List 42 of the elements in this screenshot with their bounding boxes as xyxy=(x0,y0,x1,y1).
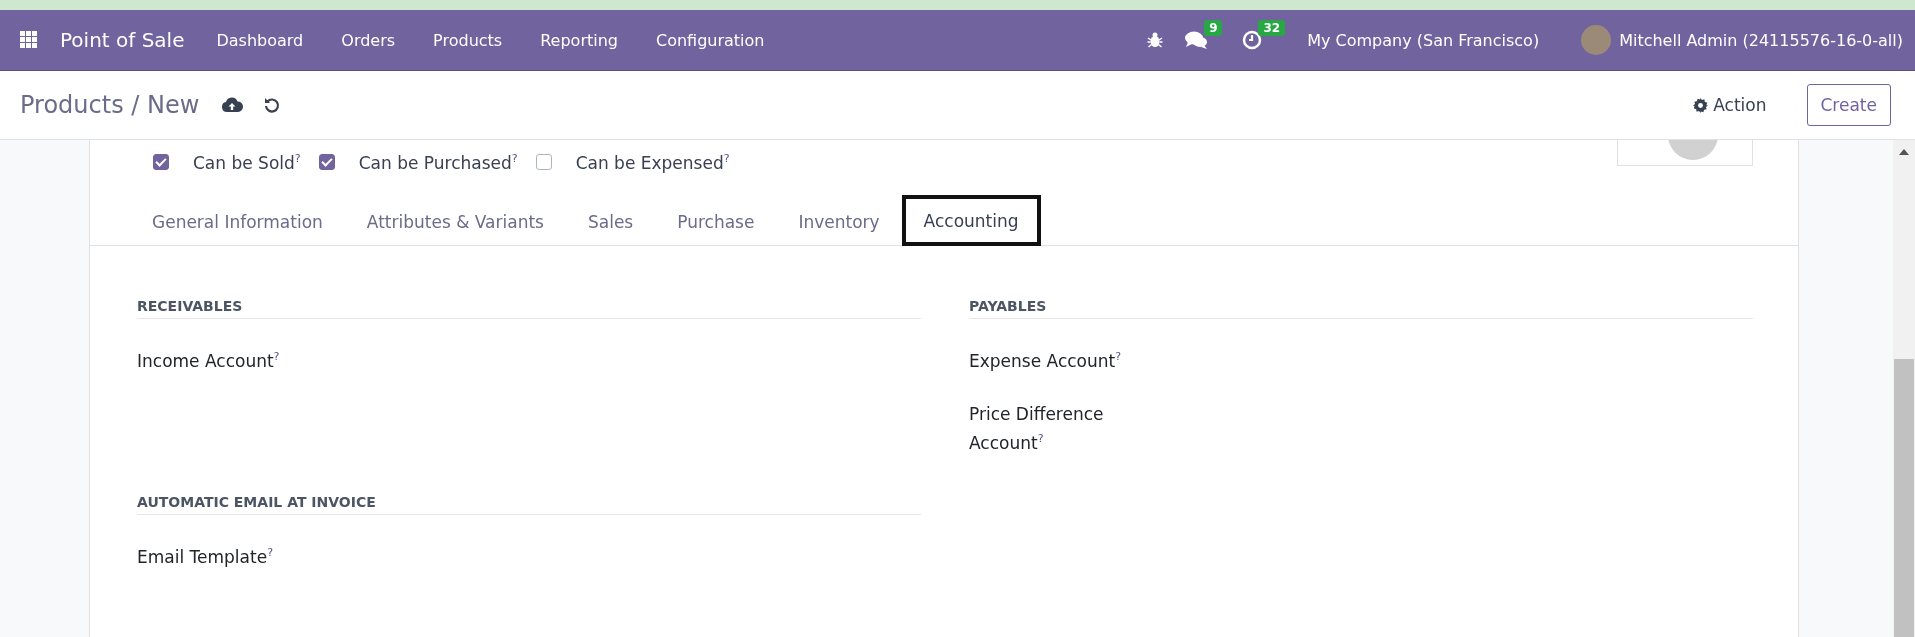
chat-bubbles-icon[interactable] xyxy=(1184,30,1209,50)
checkbox-label: Can be Purchased$^{?}$ xyxy=(358,151,518,173)
gear-icon xyxy=(1693,97,1709,113)
section-heading: AUTOMATIC EMAIL AT INVOICE xyxy=(137,493,921,515)
section-heading: RECEIVABLES xyxy=(137,298,921,319)
tab[interactable]: Inventory xyxy=(776,195,902,245)
checkbox-label: Can be Sold$^{?}$ xyxy=(193,151,301,173)
scrollbar-thumb[interactable] xyxy=(1894,359,1914,637)
menu-item[interactable]: Products xyxy=(415,30,521,50)
clock-icon[interactable] xyxy=(1242,30,1263,50)
company-switcher[interactable]: My Company (San Francisco) xyxy=(1307,30,1558,50)
undo-icon[interactable] xyxy=(263,96,282,114)
section-heading: PAYABLES xyxy=(969,298,1753,319)
cloud-upload-icon[interactable] xyxy=(221,97,244,113)
bug-icon[interactable] xyxy=(1146,31,1165,49)
checkbox[interactable] xyxy=(153,154,169,170)
create-button[interactable]: Create xyxy=(1806,84,1891,126)
tab[interactable]: General Information xyxy=(130,195,345,245)
action-button[interactable]: Action xyxy=(1687,94,1773,116)
tab[interactable]: Accounting xyxy=(901,195,1041,246)
field-label: Expense Account$^{?}$ xyxy=(969,349,1123,373)
breadcrumb[interactable]: Products / New xyxy=(20,91,200,119)
menu-item[interactable]: Dashboard xyxy=(198,30,322,50)
menu-item[interactable]: Orders xyxy=(323,30,414,50)
activities-count: 32 xyxy=(1258,20,1286,36)
tab[interactable]: Purchase xyxy=(655,195,777,245)
tab[interactable]: Attributes & Variants xyxy=(344,195,566,245)
checkbox-label: Can be Expensed$^{?}$ xyxy=(575,151,730,173)
user-menu[interactable]: Mitchell Admin (24115576-16-0-all) xyxy=(1619,30,1903,50)
checkbox[interactable] xyxy=(535,154,552,170)
checkbox[interactable] xyxy=(318,154,335,170)
messages-count: 9 xyxy=(1204,20,1223,36)
field-label: Email Template$^{?}$ xyxy=(137,545,274,569)
app-grid-icon[interactable] xyxy=(20,31,38,49)
menu-item[interactable]: Reporting xyxy=(522,30,636,50)
app-name[interactable]: Point of Sale xyxy=(60,28,185,52)
tab[interactable]: Sales xyxy=(565,195,656,245)
scroll-up-icon[interactable] xyxy=(1899,149,1909,155)
scrollbar[interactable] xyxy=(1893,140,1915,637)
field-label: Income Account$^{?}$ xyxy=(137,349,281,373)
menu-item[interactable]: Configuration xyxy=(637,30,783,50)
field-label: Price Difference Account$^{?}$ xyxy=(969,402,1105,455)
